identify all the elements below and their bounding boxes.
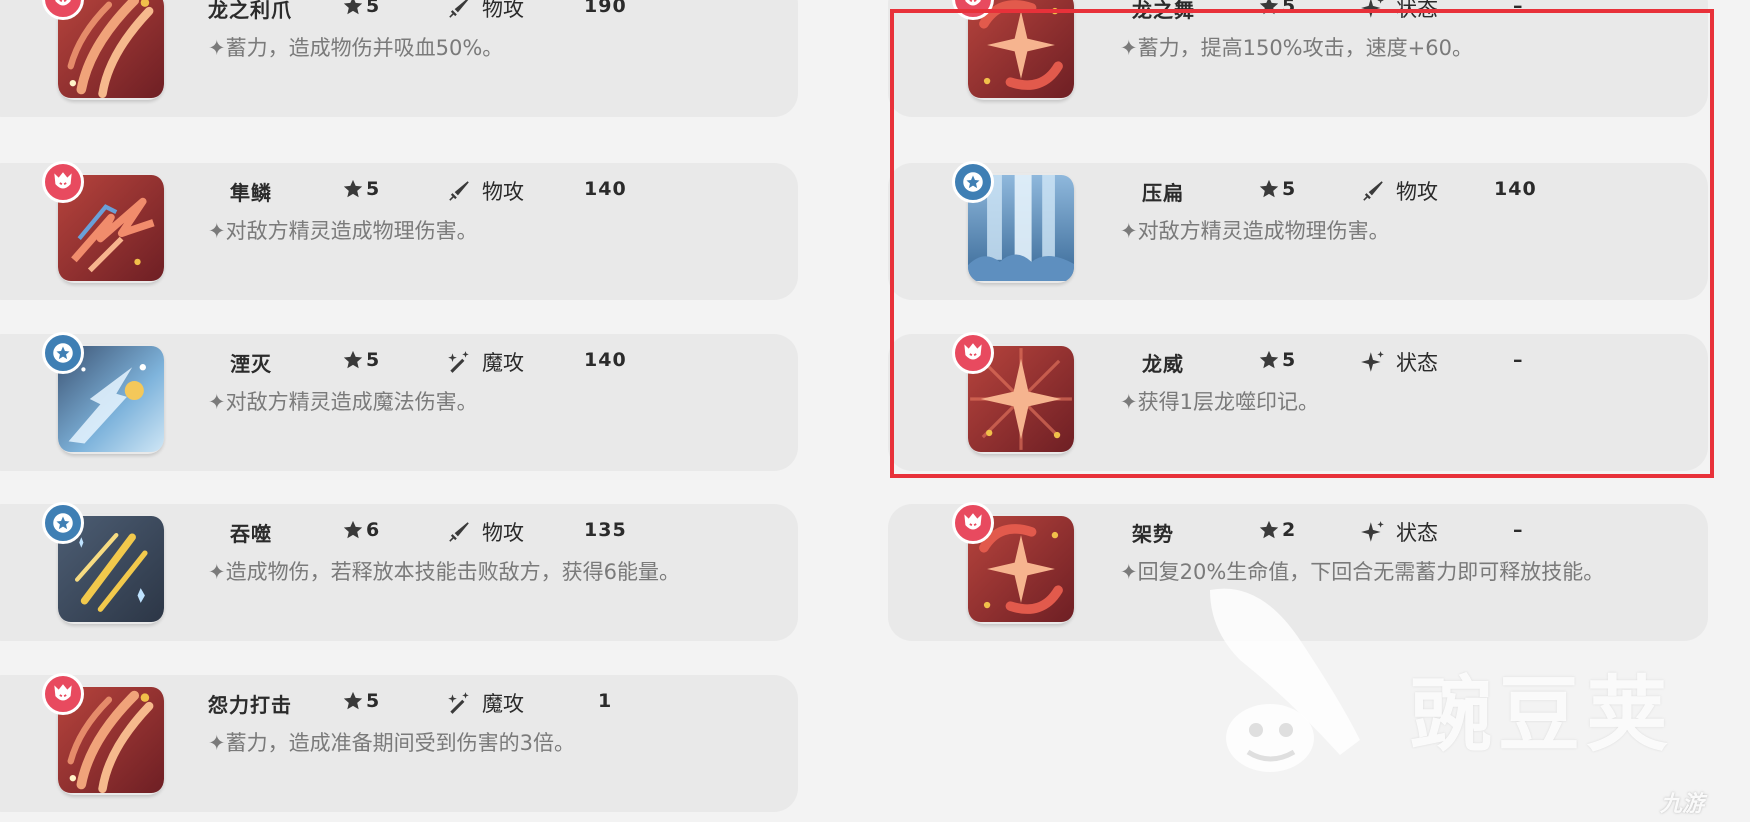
skill-name: 吞噬 [230,522,272,546]
star-icon [342,349,364,371]
water-element-badge-icon [42,502,84,544]
skill-power: 140 [584,349,627,371]
fire-element-badge-icon [42,673,84,715]
skill-power: 135 [584,519,627,541]
star-value: 2 [1282,519,1296,541]
attack-type: 魔攻 [446,688,524,718]
skill-icon-wrap [42,332,164,454]
star-cost: 5 [342,178,379,200]
attack-type: 魔攻 [446,347,524,377]
star-value: 5 [366,690,380,712]
skill-description: ✦蓄力，造成物伤并吸血50%。 [208,36,504,60]
star-value: 5 [366,349,380,371]
skill-card[interactable]: 怨力打击 5 魔攻 1 ✦蓄力，造成准备期间受到伤害的3倍。 [0,673,798,812]
skill-power: – [1513,519,1524,541]
sword-icon [446,0,472,21]
skill-description: ✦蓄力，造成准备期间受到伤害的3倍。 [208,731,575,755]
skill-name: 隼鳞 [230,181,272,205]
watermark-brand: 豌豆荚 [1410,668,1675,763]
skill-card[interactable]: 龙之利爪 5 物攻 190 ✦蓄力，造成物伤并吸血50%。 [0,0,798,117]
sword-icon [446,178,472,204]
skill-card[interactable]: 隼鳞 5 物攻 140 ✦对敌方精灵造成物理伤害。 [0,161,798,300]
star-cost: 5 [342,690,379,712]
attack-type: 物攻 [446,517,524,547]
skill-card[interactable]: 吞噬 6 物攻 135 ✦造成物伤，若释放本技能击败敌方，获得6能量。 [0,502,798,641]
sparkle-status-icon [1360,519,1386,545]
star-cost: 5 [342,0,379,17]
star-icon [1258,519,1280,541]
star-value: 5 [366,178,380,200]
magic-wand-icon [446,690,472,716]
fire-element-badge-icon [42,161,84,203]
attack-type: 状态 [1360,517,1438,547]
skill-name: 湮灭 [230,352,272,376]
attack-type-label: 魔攻 [482,351,524,375]
skill-description: ✦对敌方精灵造成物理伤害。 [208,219,478,243]
skill-icon-wrap [952,502,1074,624]
skill-power: 190 [584,0,627,17]
attack-type-label: 物攻 [482,180,524,204]
skill-icon-wrap [42,161,164,283]
star-icon [342,519,364,541]
skill-description: ✦造成物伤，若释放本技能击败敌方，获得6能量。 [208,560,680,584]
sword-icon [446,519,472,545]
star-value: 6 [366,519,380,541]
skill-icon-wrap [42,502,164,624]
water-element-badge-icon [42,332,84,374]
skill-name: 架势 [1132,522,1174,546]
magic-wand-icon [446,349,472,375]
attack-type-label: 状态 [1396,521,1438,545]
star-icon [342,178,364,200]
attack-type-label: 魔攻 [482,692,524,716]
star-value: 5 [366,0,380,17]
attack-type: 物攻 [446,176,524,206]
skill-name: 怨力打击 [208,693,292,717]
star-icon [342,690,364,712]
attack-type: 物攻 [446,0,524,23]
attack-type-label: 物攻 [482,0,524,21]
skill-power: 140 [584,178,627,200]
star-cost: 5 [342,349,379,371]
star-cost: 2 [1258,519,1295,541]
highlight-box [890,9,1714,478]
skill-icon-wrap [42,673,164,795]
skill-icon-wrap [42,0,164,100]
star-cost: 6 [342,519,379,541]
attack-type-label: 物攻 [482,521,524,545]
skill-card[interactable]: 湮灭 5 魔攻 140 ✦对敌方精灵造成魔法伤害。 [0,332,798,471]
watermark-corner: 九游 [1660,792,1705,817]
skill-power: 1 [598,690,613,712]
star-icon [342,0,364,17]
skill-name: 龙之利爪 [208,0,292,22]
fire-element-badge-icon [952,502,994,544]
skill-description: ✦对敌方精灵造成魔法伤害。 [208,390,478,414]
